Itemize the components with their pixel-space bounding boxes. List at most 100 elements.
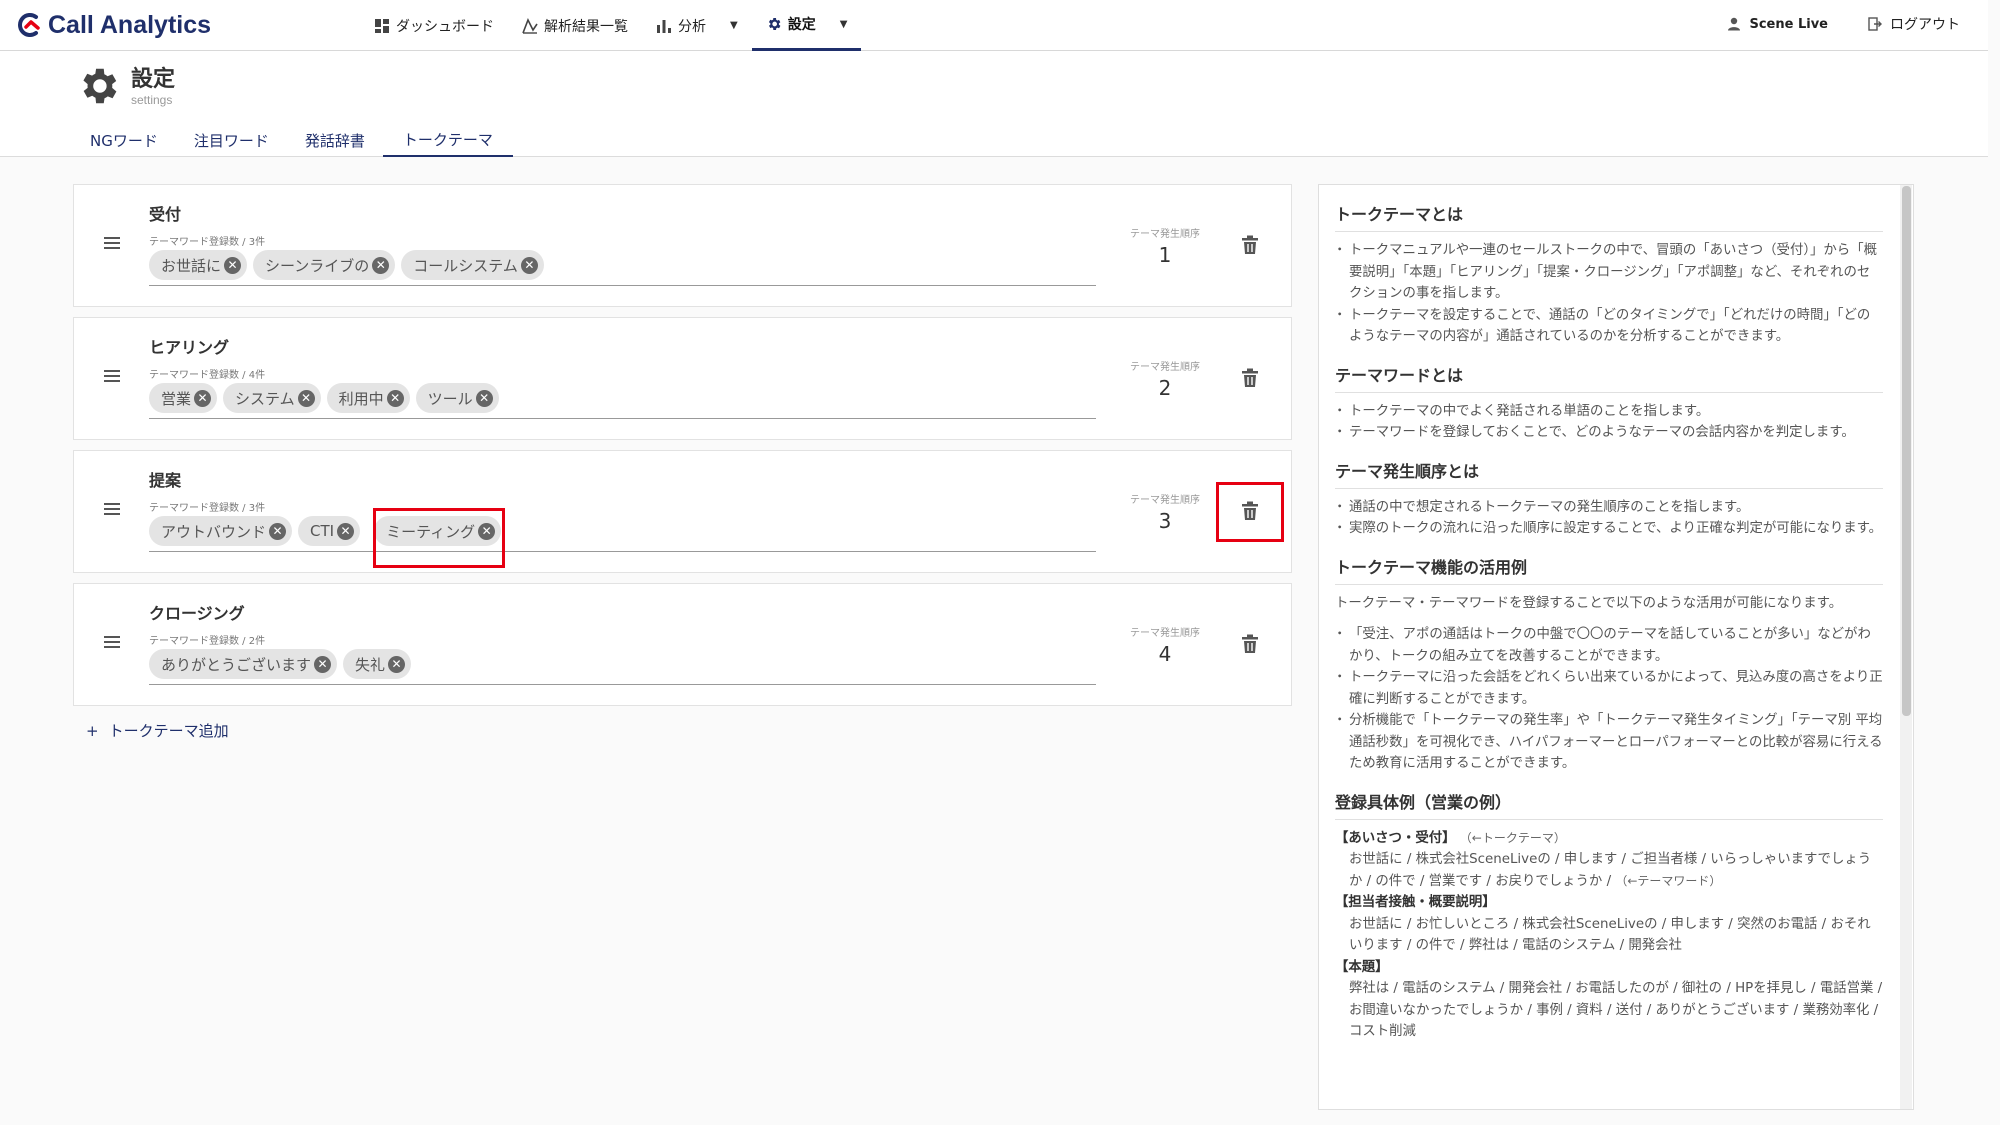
drag-handle-icon[interactable] xyxy=(104,370,120,384)
page-title: 設定 xyxy=(131,67,176,92)
order-label: テーマ発生順序 xyxy=(1130,495,1200,506)
theme-title: クロージング xyxy=(149,604,245,623)
chip-label: お世話に xyxy=(161,256,222,275)
bar-chart-icon xyxy=(657,19,671,33)
help-item: 実際のトークの流れに沿った順序に設定することで、より正確な判定が可能になります。 xyxy=(1333,518,1883,540)
remove-chip-icon[interactable]: ✕ xyxy=(297,389,315,407)
nav-settings[interactable]: 設定 ▼ xyxy=(751,0,862,51)
theme-card: クロージング テーマワード登録数 / 2件 ありがとうございます ✕ 失礼 ✕ テー… xyxy=(73,583,1292,706)
trash-icon[interactable] xyxy=(1241,235,1259,255)
settings-tabs: NGワード 注目ワード 発話辞書 トークテーマ xyxy=(72,123,513,157)
chip-label: シーンライブの xyxy=(265,256,370,275)
trash-icon[interactable] xyxy=(1241,634,1259,654)
order-value[interactable]: 1 xyxy=(1122,243,1208,267)
nav-analysis-list-label: 解析結果一覧 xyxy=(544,18,628,35)
analysis-list-icon xyxy=(522,17,538,34)
chip-label: 利用中 xyxy=(338,389,384,408)
help-heading-use-cases: トークテーマ機能の活用例 xyxy=(1335,554,1883,585)
help-item: テーマワードを登録しておくことで、どのようなテーマの会話内容かを判定します。 xyxy=(1333,422,1883,444)
theme-word-chip: コールシステム ✕ xyxy=(401,250,544,280)
remove-chip-icon[interactable]: ✕ xyxy=(269,522,287,540)
help-heading-examples: 登録具体例（営業の例） xyxy=(1335,789,1883,820)
theme-word-input[interactable]: ありがとうございます ✕ 失礼 ✕ xyxy=(149,649,1096,685)
nav-analytics[interactable]: 分析 ▼ xyxy=(642,0,752,51)
remove-chip-icon[interactable]: ✕ xyxy=(475,389,493,407)
help-scrollbar-thumb[interactable] xyxy=(1902,186,1911,716)
add-theme-button[interactable]: + トークテーマ追加 xyxy=(86,720,229,741)
drag-handle-icon[interactable] xyxy=(104,237,120,251)
help-heading-theme-word: テーマワードとは xyxy=(1335,362,1883,393)
order-label: テーマ発生順序 xyxy=(1130,229,1200,240)
tab-focus-words[interactable]: 注目ワード xyxy=(176,123,287,157)
help-heading-talk-theme: トークテーマとは xyxy=(1335,201,1883,232)
help-intro: トークテーマ・テーマワードを登録することで以下のような活用が可能になります。 xyxy=(1335,595,1843,611)
main-nav: ダッシュボード 解析結果一覧 分析 ▼ 設定 ▼ xyxy=(360,0,862,51)
tab-talk-theme[interactable]: トークテーマ xyxy=(382,123,513,157)
example-theme-2: 【担当者接触・概要説明】 xyxy=(1335,895,1496,910)
drag-handle-icon[interactable] xyxy=(104,503,120,517)
chip-label: CTI xyxy=(310,522,335,540)
theme-word-count: テーマワード登録数 / 4件 xyxy=(149,370,266,381)
theme-word-count: テーマワード登録数 / 3件 xyxy=(149,237,266,248)
remove-chip-icon[interactable]: ✕ xyxy=(314,655,332,673)
help-item: 「受注、アポの通話はトークの中盤で〇〇のテーマを話していることが多い」などがわか… xyxy=(1333,624,1883,667)
remove-chip-icon[interactable]: ✕ xyxy=(224,256,242,274)
theme-word-input[interactable]: アウトバウンド ✕ CTI ✕ ミーティング ✕ xyxy=(149,516,1096,552)
nav-dashboard-label: ダッシュボード xyxy=(396,18,494,35)
user-name: Scene Live xyxy=(1749,16,1828,32)
nav-settings-label: 設定 xyxy=(787,17,816,33)
gear-icon xyxy=(83,68,117,104)
chip-label: ツール xyxy=(427,389,473,408)
help-heading-theme-order: テーマ発生順序とは xyxy=(1335,458,1883,489)
theme-word-chip: ありがとうございます ✕ xyxy=(149,649,338,679)
logout-label: ログアウト xyxy=(1890,17,1960,33)
tab-utterance-dictionary[interactable]: 発話辞書 xyxy=(287,123,383,157)
theme-word-input[interactable]: お世話に ✕ シーンライブの ✕ コールシステム ✕ xyxy=(149,250,1096,286)
remove-chip-icon[interactable]: ✕ xyxy=(520,256,538,274)
remove-chip-icon[interactable]: ✕ xyxy=(388,655,406,673)
chevron-down-icon[interactable]: ▼ xyxy=(730,20,738,31)
help-item: 分析機能で「トークテーマの発生率」や「トークテーマ発生タイミング」「テーマ別 平… xyxy=(1333,710,1883,775)
user-menu[interactable]: Scene Live xyxy=(1727,0,1828,48)
highlight-box-chip xyxy=(373,508,505,568)
tab-ng-words[interactable]: NGワード xyxy=(72,123,176,157)
help-item: トークテーマに沿った会話をどれくらい出来ているかによって、見込み度の高さをより正… xyxy=(1333,667,1883,710)
theme-word-chip: 失礼 ✕ xyxy=(343,649,412,679)
theme-word-count: テーマワード登録数 / 2件 xyxy=(149,636,266,647)
chip-label: 失礼 xyxy=(355,655,386,674)
order-value[interactable]: 4 xyxy=(1122,642,1208,666)
highlight-box-trash xyxy=(1216,482,1284,542)
theme-word-chip: 利用中 ✕ xyxy=(326,383,410,413)
remove-chip-icon[interactable]: ✕ xyxy=(372,256,390,274)
theme-title: 受付 xyxy=(149,205,182,224)
example-words-3: 弊社は / 電話のシステム / 開発会社 / お電話したのが / 御社の / H… xyxy=(1349,981,1883,1039)
trash-icon[interactable] xyxy=(1241,368,1259,388)
remove-chip-icon[interactable]: ✕ xyxy=(386,389,404,407)
nav-analytics-label: 分析 xyxy=(678,18,706,35)
order-value[interactable]: 3 xyxy=(1122,509,1208,533)
example-theme-3: 【本題】 xyxy=(1335,959,1389,975)
remove-chip-icon[interactable]: ✕ xyxy=(337,522,355,540)
help-item: トークテーマを設定することで、通話の「どのタイミングで」「どれだけの時間」「どの… xyxy=(1333,305,1883,348)
order-label: テーマ発生順序 xyxy=(1130,362,1200,373)
app-logo[interactable]: Call Analytics xyxy=(16,9,211,41)
theme-word-input[interactable]: 営業 ✕ システム ✕ 利用中 ✕ ツール ✕ xyxy=(149,383,1096,419)
chip-label: コールシステム xyxy=(413,256,518,275)
chevron-down-icon[interactable]: ▼ xyxy=(840,19,848,30)
help-panel[interactable]: トークテーマとは トークマニュアルや一連のセールストークの中で、冒頭の「あいさつ… xyxy=(1318,184,1914,1110)
drag-handle-icon[interactable] xyxy=(104,636,120,650)
chip-label: ありがとうございます xyxy=(161,655,312,674)
chip-label: システム xyxy=(235,389,295,408)
theme-word-count: テーマワード登録数 / 3件 xyxy=(149,503,266,514)
theme-card: 提案 テーマワード登録数 / 3件 アウトバウンド ✕ CTI ✕ ミーティング ✕ … xyxy=(73,450,1292,573)
nav-dashboard[interactable]: ダッシュボード xyxy=(360,0,508,51)
gear-icon xyxy=(768,18,781,30)
logout-button[interactable]: ログアウト xyxy=(1868,0,1960,48)
theme-card: ヒアリング テーマワード登録数 / 4件 営業 ✕ システム ✕ 利用中 ✕ ツール ✕… xyxy=(73,317,1292,440)
remove-chip-icon[interactable]: ✕ xyxy=(194,389,212,407)
nav-analysis-list[interactable]: 解析結果一覧 xyxy=(508,0,642,51)
theme-title: ヒアリング xyxy=(149,338,230,357)
page-header: 設定 settings NGワード 注目ワード 発話辞書 トークテーマ xyxy=(0,51,1988,157)
theme-title: 提案 xyxy=(149,471,182,490)
order-value[interactable]: 2 xyxy=(1122,376,1208,400)
